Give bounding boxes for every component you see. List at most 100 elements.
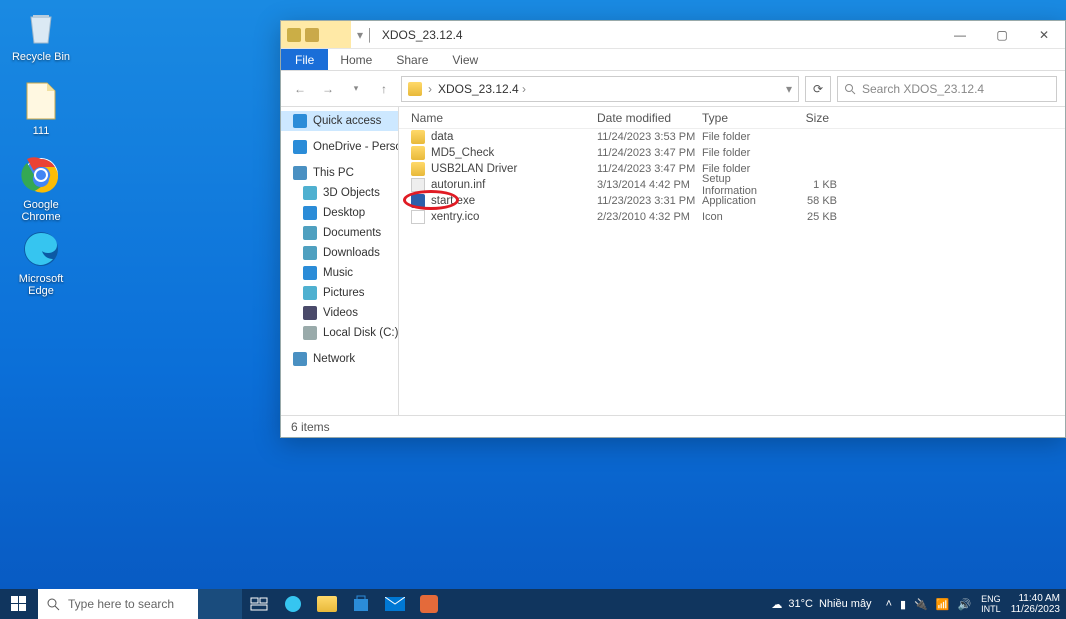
folder-icon [287,28,301,42]
col-type[interactable]: Type [702,111,787,125]
pc-icon [293,166,307,180]
ribbon-file-tab[interactable]: File [281,49,328,70]
file-row[interactable]: autorun.inf3/13/2014 4:42 PMSetup Inform… [399,177,1065,193]
system-tray[interactable]: ˄ ▮ 🔌 📶 🔊 [880,589,978,619]
sidebar-item[interactable]: OneDrive - Personal [281,137,398,157]
desktop-icon-recycle-bin[interactable]: Recycle Bin [6,6,76,63]
lang-bot: INTL [981,604,1001,614]
sidebar-item[interactable]: Music [281,263,398,283]
sidebar-item-label: Network [313,353,355,365]
tray-volume-icon[interactable]: 🔊 [957,598,971,611]
col-name[interactable]: Name [411,111,597,125]
file-rows[interactable]: data11/24/2023 3:53 PMFile folder MD5_Che… [399,129,1065,415]
file-row[interactable]: start.exe11/23/2023 3:31 PMApplication58… [399,193,1065,209]
file-type: Setup Information [702,173,787,197]
sidebar-item[interactable]: 3D Objects [281,183,398,203]
navigation-pane[interactable]: Quick access OneDrive - Personal This PC3D… [281,107,399,415]
file-explorer-window: ▾ │ XDOS_23.12.4 — ▢ ✕ File Home Share V… [280,20,1066,438]
column-headers[interactable]: Name Date modified Type Size [399,107,1065,129]
taskbar-clock[interactable]: 11:40 AM 11/26/2023 [1005,589,1066,619]
file-name: MD5_Check [431,147,494,159]
tray-icon[interactable]: 🔌 [914,598,928,611]
file-icon [411,178,425,192]
desktop-icon-label: 111 [6,125,76,137]
address-dropdown-icon[interactable]: ▾ [786,82,792,96]
file-name: data [431,131,453,143]
taskbar-app-explorer[interactable] [310,589,344,619]
sidebar-item-label: OneDrive - Personal [313,141,399,153]
clock-date: 11/26/2023 [1011,604,1060,615]
recent-button[interactable]: ▾ [345,78,367,100]
sidebar-item[interactable]: Pictures [281,283,398,303]
file-size: 1 KB [787,179,837,191]
file-row[interactable]: MD5_Check11/24/2023 3:47 PMFile folder [399,145,1065,161]
cloud-icon [293,140,307,154]
folder-icon [411,130,425,144]
file-date: 11/24/2023 3:47 PM [597,147,702,159]
maximize-button[interactable]: ▢ [981,21,1023,49]
search-icon [844,83,856,95]
ico-icon [411,210,425,224]
breadcrumb-item[interactable]: XDOS_23.12.4 [438,82,526,96]
taskbar-app-mail[interactable] [378,589,412,619]
breadcrumb-sep: › [428,82,432,96]
desktop-icon-111[interactable]: 111 [6,80,76,137]
taskbar-search[interactable]: Type here to search [38,589,198,619]
sidebar-item[interactable]: Network [281,349,398,369]
tray-icon[interactable]: ▮ [900,598,906,611]
window-controls: — ▢ ✕ [939,21,1065,49]
taskbar-weather[interactable]: ☁ 31°C Nhiều mây [763,589,879,619]
search-box[interactable]: Search XDOS_23.12.4 [837,76,1057,102]
file-date: 11/23/2023 3:31 PM [597,195,702,207]
language-indicator[interactable]: ENG INTL [977,589,1005,619]
ribbon-tab-share[interactable]: Share [384,49,440,70]
titlebar[interactable]: ▾ │ XDOS_23.12.4 — ▢ ✕ [281,21,1065,49]
ribbon-tab-home[interactable]: Home [328,49,384,70]
desktop-icon-edge[interactable]: Microsoft Edge [6,228,76,297]
sidebar-item[interactable]: Downloads [281,243,398,263]
taskbar-app-generic[interactable] [412,589,446,619]
minimize-button[interactable]: — [939,21,981,49]
doc-icon [303,226,317,240]
start-button[interactable] [0,589,38,619]
up-button[interactable]: ↑ [373,78,395,100]
folder-icon [411,146,425,160]
ribbon-tab-view[interactable]: View [440,49,490,70]
address-bar[interactable]: › XDOS_23.12.4 ▾ [401,76,799,102]
sidebar-item-label: Quick access [313,115,381,127]
desktop-icon [303,206,317,220]
pic-icon [303,286,317,300]
taskbar-app-edge[interactable] [276,589,310,619]
file-row[interactable]: data11/24/2023 3:53 PMFile folder [399,129,1065,145]
sidebar-item[interactable]: This PC [281,163,398,183]
file-type: Application [702,195,787,207]
close-button[interactable]: ✕ [1023,21,1065,49]
qat-icon[interactable] [305,28,319,42]
forward-button[interactable]: → [317,78,339,100]
sidebar-item[interactable]: Quick access [281,111,398,131]
refresh-button[interactable]: ⟳ [805,76,831,102]
taskbar: Type here to search ☁ 31°C Nhiều mây ˄ ▮… [0,589,1066,619]
desktop-icon-label: Microsoft Edge [6,273,76,297]
taskbar-thumbnail[interactable] [198,589,242,619]
sidebar-item[interactable]: Documents [281,223,398,243]
star-icon [293,114,307,128]
tray-network-icon[interactable]: 📶 [936,598,950,611]
col-date[interactable]: Date modified [597,111,702,125]
tray-chevron-icon[interactable]: ˄ [886,598,892,610]
back-button[interactable]: ← [289,78,311,100]
weather-text: Nhiều mây [819,598,872,610]
file-name: xentry.ico [431,211,479,223]
down-icon [303,246,317,260]
window-title: XDOS_23.12.4 [374,28,463,42]
file-icon [20,80,62,122]
col-size[interactable]: Size [787,111,837,125]
desktop-icon-chrome[interactable]: Google Chrome [6,154,76,223]
sidebar-item[interactable]: Local Disk (C:) [281,323,398,343]
sidebar-item-label: Pictures [323,287,365,299]
sidebar-item[interactable]: Videos [281,303,398,323]
sidebar-item[interactable]: Desktop [281,203,398,223]
task-view-button[interactable] [242,589,276,619]
file-row[interactable]: xentry.ico2/23/2010 4:32 PMIcon25 KB [399,209,1065,225]
taskbar-app-store[interactable] [344,589,378,619]
